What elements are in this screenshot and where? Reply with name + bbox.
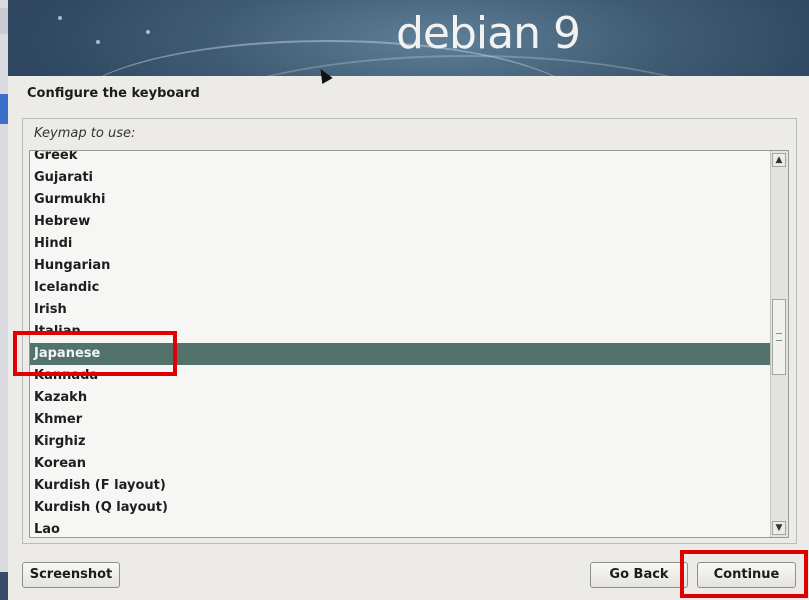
screenshot-button[interactable]: Screenshot (22, 562, 120, 588)
banner-dot (96, 40, 100, 44)
background-window-fragment (0, 8, 8, 34)
keymap-item[interactable]: Khmer (30, 409, 771, 431)
background-window-fragment (0, 94, 8, 124)
continue-button[interactable]: Continue (697, 562, 796, 588)
list-scrollbar[interactable]: ▲ ▼ (770, 151, 788, 537)
keymap-item[interactable]: Lao (30, 519, 771, 537)
keymap-item[interactable]: Kurdish (Q layout) (30, 497, 771, 519)
scroll-up-icon[interactable]: ▲ (772, 153, 786, 167)
keymap-item[interactable]: Hungarian (30, 255, 771, 277)
keymap-item[interactable]: Irish (30, 299, 771, 321)
keymap-item[interactable]: Kirghiz (30, 431, 771, 453)
keymap-item[interactable]: Kurdish (F layout) (30, 475, 771, 497)
keymap-item[interactable]: Icelandic (30, 277, 771, 299)
keymap-list[interactable]: Greek Gujarati Gurmukhi Hebrew Hindi Hungaria… (29, 150, 789, 538)
go-back-button[interactable]: Go Back (590, 562, 688, 588)
page-title: Configure the keyboard (27, 86, 200, 101)
keymap-item[interactable]: Greek (30, 151, 771, 167)
background-window-fragment (0, 572, 8, 600)
keymap-item[interactable]: Kannada (30, 365, 771, 387)
keymap-item[interactable]: Hindi (30, 233, 771, 255)
scroll-down-icon[interactable]: ▼ (772, 521, 786, 535)
scroll-thumb[interactable] (772, 299, 786, 375)
background-window-edge (0, 0, 8, 600)
keymap-item[interactable]: Hebrew (30, 211, 771, 233)
keymap-item[interactable]: Korean (30, 453, 771, 475)
banner-dot (146, 30, 150, 34)
scroll-thumb-grip (776, 333, 782, 341)
keymap-item[interactable]: Gujarati (30, 167, 771, 189)
debian-logo-text: debian 9 (396, 8, 581, 59)
keymap-label: Keymap to use: (34, 126, 136, 141)
keymap-item[interactable]: Japanese (30, 343, 771, 365)
keymap-item[interactable]: Gurmukhi (30, 189, 771, 211)
keymap-item[interactable]: Kazakh (30, 387, 771, 409)
banner-dot (58, 16, 62, 20)
keymap-list-items: Greek Gujarati Gurmukhi Hebrew Hindi Hungaria… (30, 151, 771, 537)
debian-banner: debian 9 (8, 0, 809, 76)
keymap-item[interactable]: Italian (30, 321, 771, 343)
